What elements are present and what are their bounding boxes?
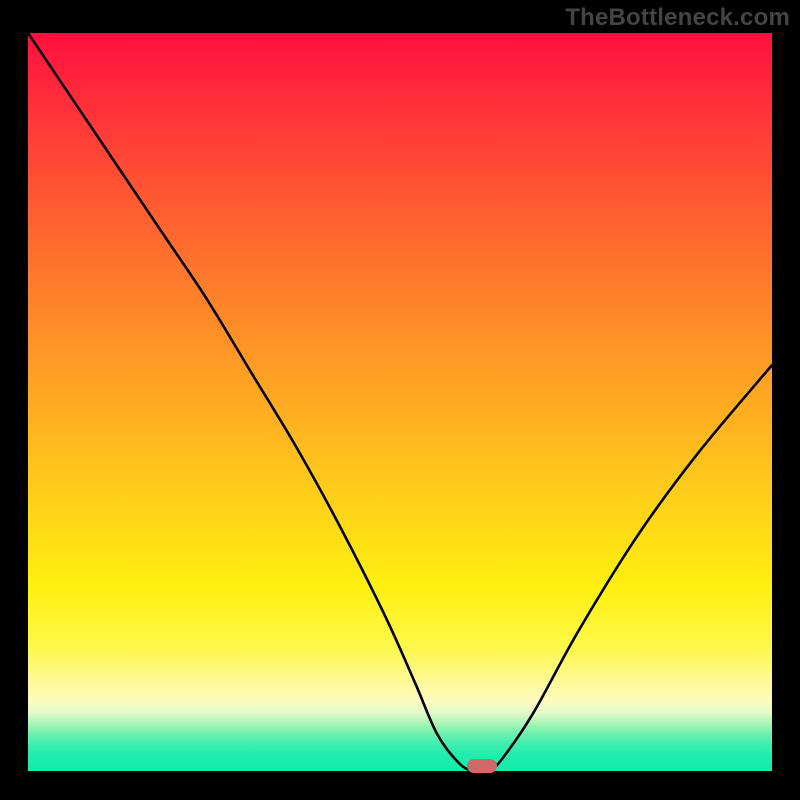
- plot-area: [28, 33, 772, 771]
- bottleneck-curve-line: [28, 33, 772, 771]
- chart-frame: TheBottleneck.com: [0, 0, 800, 800]
- watermark-text: TheBottleneck.com: [565, 4, 790, 32]
- curve-svg: [28, 33, 772, 771]
- optimal-point-marker: [467, 759, 497, 773]
